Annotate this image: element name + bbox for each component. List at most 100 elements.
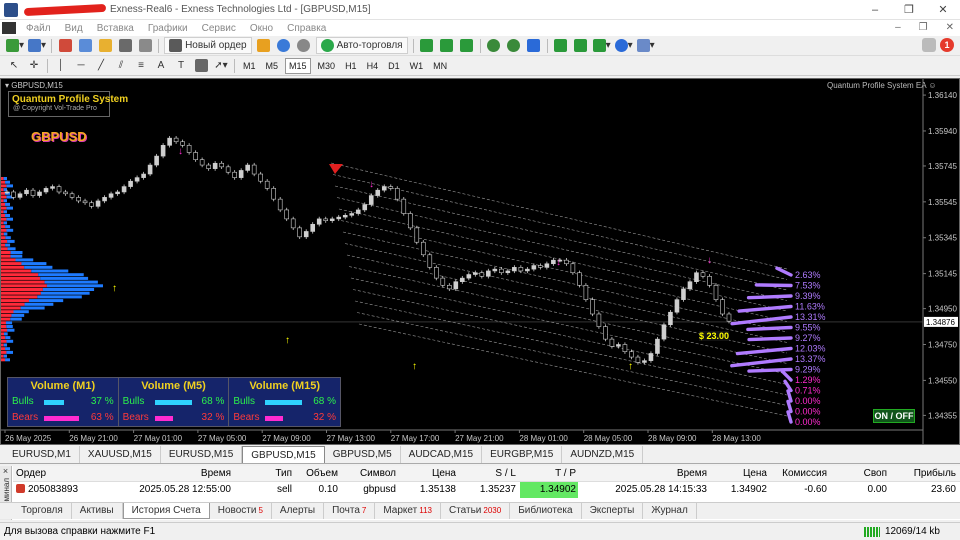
timeframe-h1-button[interactable]: H1 xyxy=(342,58,360,74)
chart-tab[interactable]: EURUSD,M15 xyxy=(161,446,243,463)
terminal-tab[interactable]: Эксперты xyxy=(582,503,644,519)
terminal-tab[interactable]: Маркет 113 xyxy=(375,503,441,519)
col-sl[interactable]: S / L xyxy=(495,466,516,482)
chart-window[interactable]: ▾ GBPUSD,M15 Quantum Profile System EA ☺… xyxy=(0,78,960,445)
text-button[interactable]: A xyxy=(153,58,169,74)
chart-tab[interactable]: EURGBP,M15 xyxy=(482,446,563,463)
restore-icon[interactable]: ❐ xyxy=(892,0,926,20)
arrows-button[interactable]: ➚▾ xyxy=(213,58,229,74)
chart-tab[interactable]: XAUUSD,M15 xyxy=(80,446,161,463)
notifications-icon[interactable] xyxy=(922,38,936,52)
vps-button[interactable] xyxy=(296,38,312,54)
auto-trading-button[interactable]: Авто-торговля xyxy=(315,37,408,54)
terminal-tab[interactable]: Статьи 2030 xyxy=(441,503,511,519)
menu-item-4[interactable]: Сервис xyxy=(196,23,244,34)
channel-button[interactable]: ⫽ xyxy=(113,58,129,74)
zoom-in-button[interactable] xyxy=(486,38,502,54)
col-swap[interactable]: Своп xyxy=(864,466,887,482)
volume-profile-bar xyxy=(1,221,4,225)
minimize-icon[interactable]: – xyxy=(858,0,892,20)
timeframe-m15-button[interactable]: M15 xyxy=(285,57,311,74)
terminal-tab[interactable]: Новости 5 xyxy=(210,503,272,519)
chart-tab[interactable]: GBPUSD,M5 xyxy=(325,446,401,463)
candle-body xyxy=(323,218,329,221)
timeframe-w1-button[interactable]: W1 xyxy=(407,58,427,74)
notification-badge[interactable]: 1 xyxy=(940,38,954,52)
col-tp[interactable]: T / P xyxy=(555,466,576,482)
new-chart-button[interactable]: ▾ xyxy=(6,38,24,54)
timeframe-d1-button[interactable]: D1 xyxy=(385,58,403,74)
qps-copyright: @ Copyright Vol-Trade Pro xyxy=(13,105,97,112)
horizontal-line-button[interactable]: ─ xyxy=(73,58,89,74)
col-profit[interactable]: Прибыль xyxy=(914,466,956,482)
data-window-button[interactable] xyxy=(77,38,93,54)
timeframe-m5-button[interactable]: M5 xyxy=(263,58,282,74)
market-watch-button[interactable] xyxy=(57,38,73,54)
col-commission[interactable]: Комиссия xyxy=(782,466,827,482)
indicators-button[interactable]: ▾ xyxy=(592,38,611,54)
signals-button[interactable] xyxy=(276,38,292,54)
table-row[interactable]: 205083893 2025.05.28 12:55:00 sell 0.10 … xyxy=(13,482,960,498)
templates-button[interactable]: ▾ xyxy=(636,38,655,54)
timeframe-h4-button[interactable]: H4 xyxy=(364,58,382,74)
col-price[interactable]: Цена xyxy=(432,466,456,482)
candlestick-button[interactable] xyxy=(439,38,455,54)
periods-button[interactable]: ▾ xyxy=(614,38,633,54)
col-close-price[interactable]: Цена xyxy=(743,466,767,482)
timeframe-m30-button[interactable]: M30 xyxy=(315,58,339,74)
col-symbol[interactable]: Символ xyxy=(360,466,396,482)
fibonacci-button[interactable]: ≡ xyxy=(133,58,149,74)
terminal-tab[interactable]: История Счета xyxy=(122,503,210,519)
terminal-tab[interactable]: Активы xyxy=(72,503,123,519)
terminal-tab[interactable]: Журнал xyxy=(643,503,697,519)
tile-windows-button[interactable] xyxy=(526,38,542,54)
profiles-button[interactable]: ▾ xyxy=(28,38,46,54)
terminal-tab[interactable]: Алерты xyxy=(272,503,325,519)
terminal-button[interactable] xyxy=(117,38,133,54)
line-chart-button[interactable] xyxy=(459,38,475,54)
terminal-tab[interactable]: Почта 7 xyxy=(324,503,376,519)
navigator-button[interactable] xyxy=(97,38,113,54)
menu-item-5[interactable]: Окно xyxy=(244,23,281,34)
new-order-button[interactable]: Новый ордер xyxy=(164,37,252,54)
auto-scroll-button[interactable] xyxy=(573,38,589,54)
bar-chart-button[interactable] xyxy=(419,38,435,54)
timeframe-mn-button[interactable]: MN xyxy=(430,58,450,74)
terminal-close-icon[interactable]: × xyxy=(0,466,11,476)
child-close-icon[interactable]: ✕ xyxy=(946,20,954,36)
col-type[interactable]: Тип xyxy=(275,466,292,482)
col-close-time[interactable]: Время xyxy=(677,466,707,482)
crosshair-button[interactable]: ✛ xyxy=(26,58,42,74)
chart-tab[interactable]: AUDNZD,M15 xyxy=(562,446,644,463)
chart-tab[interactable]: GBPUSD,M15 xyxy=(242,446,325,463)
menu-item-0[interactable]: Файл xyxy=(20,23,59,34)
tester-button[interactable] xyxy=(137,38,153,54)
col-order[interactable]: Ордер xyxy=(16,466,46,482)
vertical-line-button[interactable]: │ xyxy=(53,58,69,74)
menu-item-1[interactable]: Вид xyxy=(59,23,91,34)
on-off-button[interactable]: ON / OFF xyxy=(873,409,915,423)
chart-tab[interactable]: EURUSD,M1 xyxy=(4,446,80,463)
label-button[interactable] xyxy=(193,58,209,74)
trendline-button[interactable]: ╱ xyxy=(93,58,109,74)
volume-profile-bar xyxy=(6,217,14,221)
cursor-button[interactable]: ↖ xyxy=(6,58,22,74)
chart-shift-button[interactable] xyxy=(553,38,569,54)
metaeditor-button[interactable] xyxy=(256,38,272,54)
text-label-button[interactable]: T xyxy=(173,58,189,74)
chart-tab[interactable]: AUDCAD,M15 xyxy=(401,446,483,463)
child-restore-icon[interactable]: ❐ xyxy=(919,20,928,36)
tester-icon xyxy=(138,39,152,52)
zoom-out-icon xyxy=(507,39,521,52)
terminal-tab[interactable]: Торговля xyxy=(13,503,72,519)
col-volume[interactable]: Объем xyxy=(306,466,338,482)
col-open-time[interactable]: Время xyxy=(201,466,231,482)
timeframe-m1-button[interactable]: M1 xyxy=(240,58,259,74)
menu-item-3[interactable]: Графики xyxy=(142,23,196,34)
child-minimize-icon[interactable]: – xyxy=(895,20,901,36)
zoom-out-button[interactable] xyxy=(506,38,522,54)
terminal-tab[interactable]: Библиотека xyxy=(510,503,582,519)
close-icon[interactable]: ✕ xyxy=(926,0,960,20)
menu-item-6[interactable]: Справка xyxy=(281,23,334,34)
menu-item-2[interactable]: Вставка xyxy=(91,23,142,34)
